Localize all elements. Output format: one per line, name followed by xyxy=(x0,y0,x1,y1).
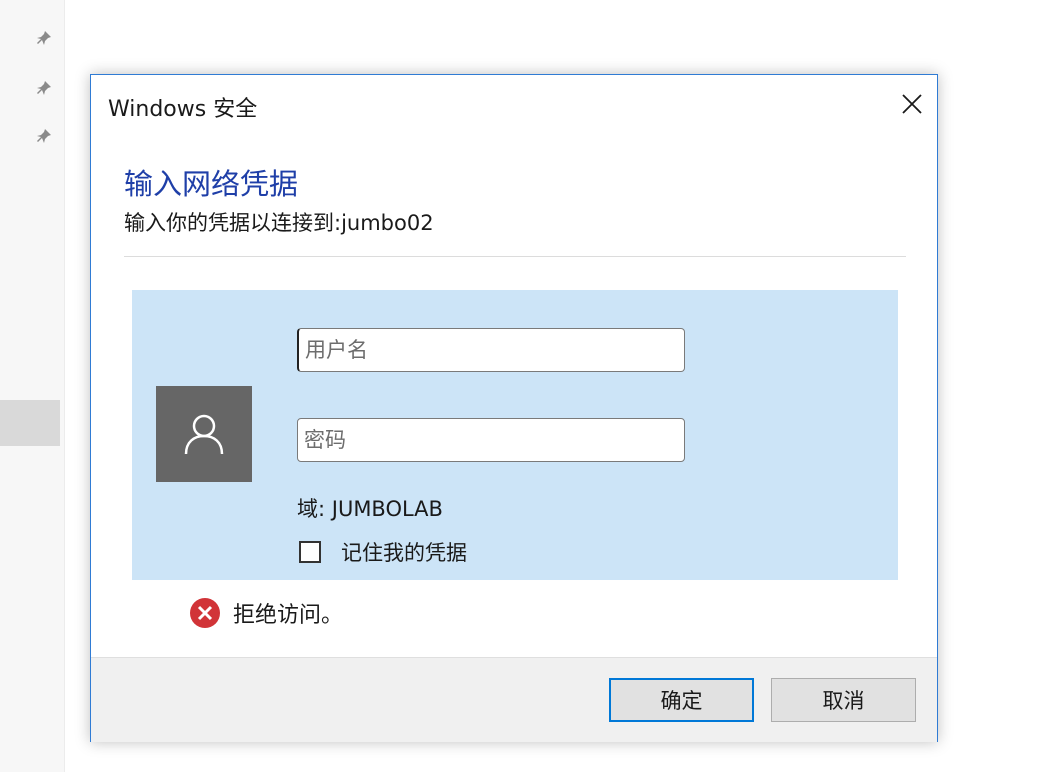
close-button[interactable] xyxy=(895,87,929,121)
background-sidebar xyxy=(0,0,65,772)
credential-dialog: Windows 安全 输入网络凭据 输入你的凭据以连接到:jumbo02 域: … xyxy=(90,74,938,742)
pin-icon[interactable] xyxy=(34,28,54,48)
remember-checkbox[interactable] xyxy=(299,541,321,563)
close-icon xyxy=(902,94,922,114)
dialog-subheading: 输入你的凭据以连接到:jumbo02 xyxy=(124,211,434,235)
pin-icon[interactable] xyxy=(34,126,54,146)
username-input[interactable] xyxy=(297,328,685,372)
error-icon xyxy=(190,598,220,628)
cancel-button[interactable]: 取消 xyxy=(771,678,916,722)
user-avatar xyxy=(156,386,252,482)
user-icon xyxy=(184,414,224,455)
credential-panel: 域: JUMBOLAB 记住我的凭据 xyxy=(132,290,898,580)
password-input[interactable] xyxy=(297,418,685,462)
dialog-heading: 输入网络凭据 xyxy=(124,167,299,201)
selected-item[interactable] xyxy=(0,400,60,446)
remember-credentials[interactable]: 记住我的凭据 xyxy=(299,537,467,567)
error-message: 拒绝访问。 xyxy=(189,597,343,629)
ok-button[interactable]: 确定 xyxy=(609,678,754,722)
dialog-footer: 确定 取消 xyxy=(91,657,937,742)
error-text: 拒绝访问。 xyxy=(233,603,344,628)
pin-icon[interactable] xyxy=(34,78,54,98)
dialog-title: Windows 安全 xyxy=(108,97,258,122)
domain-label: 域: JUMBOLAB xyxy=(297,497,443,521)
divider xyxy=(124,256,906,257)
remember-label: 记住我的凭据 xyxy=(341,541,467,565)
